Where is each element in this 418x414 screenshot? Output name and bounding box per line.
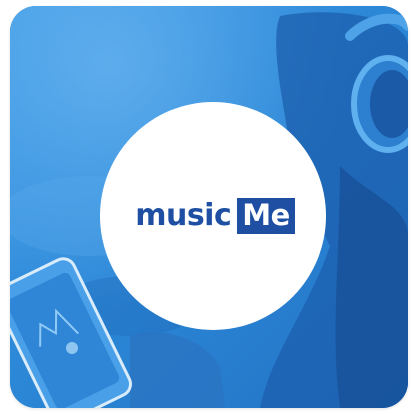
headphone-earcup-icon — [351, 55, 408, 153]
logo-word-me: Me — [237, 198, 295, 234]
logo-circle: music Me — [100, 102, 326, 330]
musicme-logo: music Me — [135, 198, 295, 234]
logo-word-music: music — [135, 198, 232, 233]
musicme-app-tile[interactable]: music Me — [10, 6, 408, 408]
